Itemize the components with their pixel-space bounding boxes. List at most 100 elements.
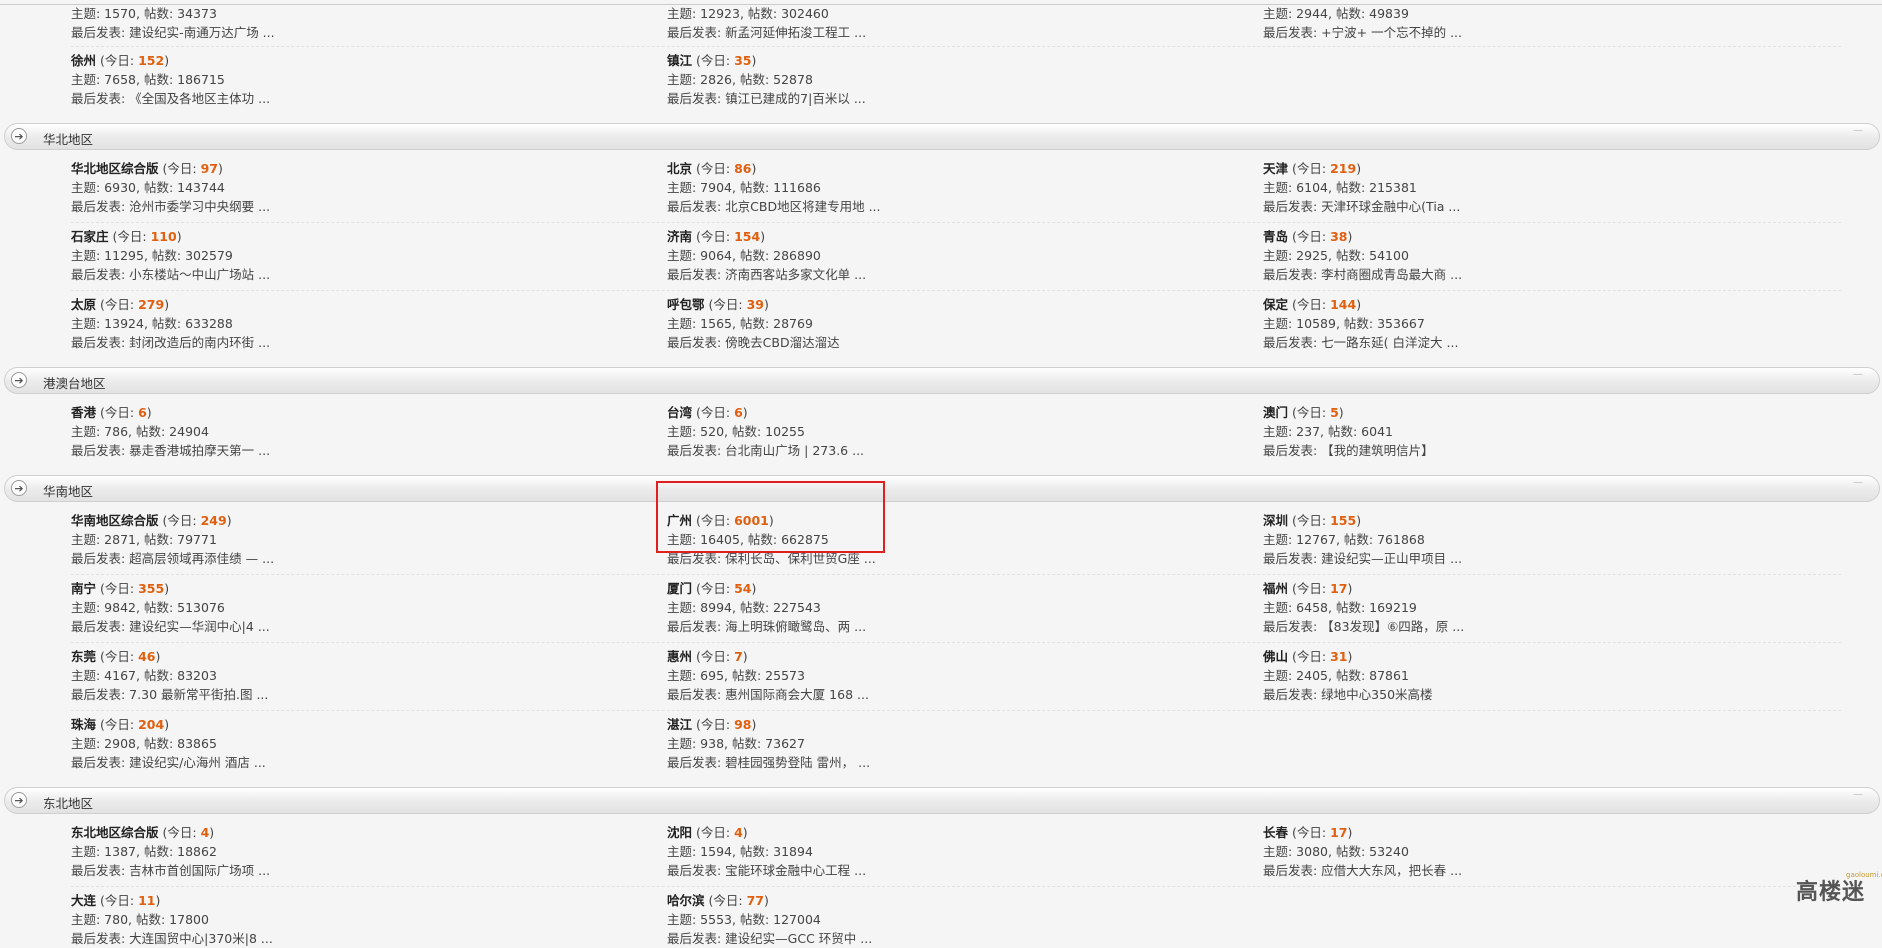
forum-last-post[interactable]: 最后发表: 镇江已建成的7|百米以 ... <box>667 89 1227 108</box>
region-header[interactable]: ➔ 东北地区 — <box>4 787 1880 814</box>
forum-last-post[interactable]: 最后发表: 大连国贸中心|370米|8 ... <box>71 929 631 948</box>
forum-stats: 主题: 9842, 帖数: 513076 <box>71 600 225 615</box>
region-header[interactable]: ➔ 华南地区 — <box>4 475 1880 502</box>
forum-stats: 主题: 11295, 帖数: 302579 <box>71 248 233 263</box>
region-header[interactable]: ➔ 港澳台地区 — <box>4 367 1880 394</box>
today-count: 17 <box>1330 581 1348 596</box>
forum-last-post[interactable]: 最后发表: 李村商圈成青岛最大商 ... <box>1263 265 1823 284</box>
expand-arrow-icon[interactable]: ➔ <box>11 792 27 808</box>
forum-last-post[interactable]: 最后发表: 七一路东延( 白洋淀大 ... <box>1263 333 1823 352</box>
forum-last-post[interactable]: 最后发表: 济南西客站多家文化单 ... <box>667 265 1227 284</box>
forum-last-post[interactable]: 最后发表: 【我的建筑明信片】 <box>1263 441 1823 460</box>
expand-arrow-icon[interactable]: ➔ <box>11 128 27 144</box>
forum-name[interactable]: 广州 <box>667 513 692 528</box>
forum-name[interactable]: 东北地区综合版 <box>71 825 159 840</box>
forum-last-post[interactable]: 最后发表: 宝能环球金融中心工程 ... <box>667 861 1227 880</box>
forum-name[interactable]: 华南地区综合版 <box>71 513 159 528</box>
forum-last-post[interactable]: 最后发表: 建设纪实—正山甲项目 ... <box>1263 549 1823 568</box>
forum-stats: 主题: 7658, 帖数: 186715 <box>71 72 225 87</box>
forum-name[interactable]: 厦门 <box>667 581 692 596</box>
forum-name[interactable]: 南宁 <box>71 581 96 596</box>
row-divider <box>71 574 1841 575</box>
forum-name[interactable]: 惠州 <box>667 649 692 664</box>
forum-last-post[interactable]: 最后发表: 沧州市委学习中央纲要 ... <box>71 197 631 216</box>
today-label: (今日: 31) <box>1292 649 1353 664</box>
region-title: 港澳台地区 <box>43 376 106 391</box>
forum-name[interactable]: 呼包鄂 <box>667 297 705 312</box>
forum-stats: 主题: 10589, 帖数: 353667 <box>1263 316 1425 331</box>
forum-last-post[interactable]: 最后发表: +宁波+ 一个忘不掉的 ... <box>1263 23 1823 42</box>
forum-last-post[interactable]: 最后发表: 碧桂园强势登陆 雷州， ... <box>667 753 1227 772</box>
forum-name[interactable]: 天津 <box>1263 161 1288 176</box>
forum-last-post[interactable]: 最后发表: 暴走香港城拍摩天第一 ... <box>71 441 631 460</box>
forum-name[interactable]: 徐州 <box>71 53 96 68</box>
forum-last-post[interactable]: 最后发表: 台北南山广场 | 273.6 ... <box>667 441 1227 460</box>
today-label-text: 今日 <box>104 297 130 312</box>
forum-item: 镇江 (今日: 35) 主题: 2826, 帖数: 52878 最后发表: 镇江已建… <box>667 51 1227 108</box>
forum-name[interactable]: 哈尔滨 <box>667 893 705 908</box>
forum-name[interactable]: 北京 <box>667 161 692 176</box>
today-label: (今日: 7) <box>696 649 748 664</box>
forum-last-post[interactable]: 最后发表: 应借大大东风，把长春 ... <box>1263 861 1823 880</box>
collapse-icon[interactable]: — <box>1853 789 1863 800</box>
forum-name[interactable]: 青岛 <box>1263 229 1288 244</box>
forum-last-post[interactable]: 最后发表: 新孟河延伸拓浚工程工 ... <box>667 23 1227 42</box>
today-label: (今日: 35) <box>696 53 757 68</box>
today-count: 279 <box>138 297 165 312</box>
forum-item: 沈阳 (今日: 4) 主题: 1594, 帖数: 31894 最后发表: 宝能环球金… <box>667 823 1227 880</box>
forum-name[interactable]: 珠海 <box>71 717 96 732</box>
collapse-icon[interactable]: — <box>1853 125 1863 136</box>
forum-item: 珠海 (今日: 204) 主题: 2908, 帖数: 83865 最后发表: 建设纪… <box>71 715 631 772</box>
forum-last-post[interactable]: 最后发表: 超高层领域再添佳绩 — ... <box>71 549 631 568</box>
forum-last-post[interactable]: 最后发表: 建设纪实—华润中心|4 ... <box>71 617 631 636</box>
forum-last-post[interactable]: 最后发表: 惠州国际商会大厦 168 ... <box>667 685 1227 704</box>
today-label: (今日: 98) <box>696 717 757 732</box>
forum-name[interactable]: 澳门 <box>1263 405 1288 420</box>
forum-item: 广州 (今日: 6001) 主题: 16405, 帖数: 662875 最后发表: … <box>667 511 1227 568</box>
forum-item: 湛江 (今日: 98) 主题: 938, 帖数: 73627 最后发表: 碧桂园强势… <box>667 715 1227 772</box>
forum-last-post[interactable]: 最后发表: 《全国及各地区主体功 ... <box>71 89 631 108</box>
forum-last-post[interactable]: 最后发表: 绿地中心350米高楼 <box>1263 685 1823 704</box>
today-count: 144 <box>1330 297 1357 312</box>
forum-last-post[interactable]: 最后发表: 封闭改造后的南内环街 ... <box>71 333 631 352</box>
forum-name[interactable]: 大连 <box>71 893 96 908</box>
forum-last-post[interactable]: 最后发表: 北京CBD地区将建专用地 ... <box>667 197 1227 216</box>
forum-name[interactable]: 济南 <box>667 229 692 244</box>
forum-stats: 主题: 6930, 帖数: 143744 <box>71 180 225 195</box>
forum-last-post[interactable]: 最后发表: 7.30 最新常平街拍.图 ... <box>71 685 631 704</box>
region-header[interactable]: ➔ 华北地区 — <box>4 123 1880 150</box>
forum-last-post[interactable]: 最后发表: 海上明珠俯瞰鹭岛、两 ... <box>667 617 1227 636</box>
forum-name[interactable]: 保定 <box>1263 297 1288 312</box>
forum-name[interactable]: 佛山 <box>1263 649 1288 664</box>
forum-name[interactable]: 东莞 <box>71 649 96 664</box>
forum-last-post[interactable]: 最后发表: 建设纪实/心海州 酒店 ... <box>71 753 631 772</box>
forum-last-post[interactable]: 最后发表: 【83发现】⑥四路，原 ... <box>1263 617 1823 636</box>
forum-last-post[interactable]: 最后发表: 建设纪实-南通万达广场 ... <box>71 23 631 42</box>
forum-last-post[interactable]: 最后发表: 保利长岛、保利世贸G座 ... <box>667 549 1227 568</box>
collapse-icon[interactable]: — <box>1853 369 1863 380</box>
forum-name[interactable]: 台湾 <box>667 405 692 420</box>
expand-arrow-icon[interactable]: ➔ <box>11 480 27 496</box>
forum-last-post[interactable]: 最后发表: 天津环球金融中心(Tia ... <box>1263 197 1823 216</box>
forum-item: 南宁 (今日: 355) 主题: 9842, 帖数: 513076 最后发表: 建设… <box>71 579 631 636</box>
forum-name[interactable]: 长春 <box>1263 825 1288 840</box>
forum-stats: 主题: 9064, 帖数: 286890 <box>667 248 821 263</box>
forum-last-post[interactable]: 最后发表: 建设纪实—GCC 环贸中 ... <box>667 929 1227 948</box>
collapse-icon[interactable]: — <box>1853 477 1863 488</box>
forum-name[interactable]: 沈阳 <box>667 825 692 840</box>
forum-name[interactable]: 湛江 <box>667 717 692 732</box>
forum-name[interactable]: 深圳 <box>1263 513 1288 528</box>
today-label: (今日: 144) <box>1292 297 1362 312</box>
forum-name[interactable]: 华北地区综合版 <box>71 161 159 176</box>
forum-last-post[interactable]: 最后发表: 傍晚去CBD溜达溜达 <box>667 333 1227 352</box>
forum-name[interactable]: 镇江 <box>667 53 692 68</box>
forum-last-post[interactable]: 最后发表: 吉林市首创国际广场项 ... <box>71 861 631 880</box>
forum-name[interactable]: 香港 <box>71 405 96 420</box>
forum-name[interactable]: 石家庄 <box>71 229 109 244</box>
forum-name[interactable]: 太原 <box>71 297 96 312</box>
today-label-text: 今日 <box>104 649 130 664</box>
expand-arrow-icon[interactable]: ➔ <box>11 372 27 388</box>
today-count: 46 <box>138 649 156 664</box>
forum-last-post[interactable]: 最后发表: 小东楼站～中山广场站 ... <box>71 265 631 284</box>
forum-name[interactable]: 福州 <box>1263 581 1288 596</box>
